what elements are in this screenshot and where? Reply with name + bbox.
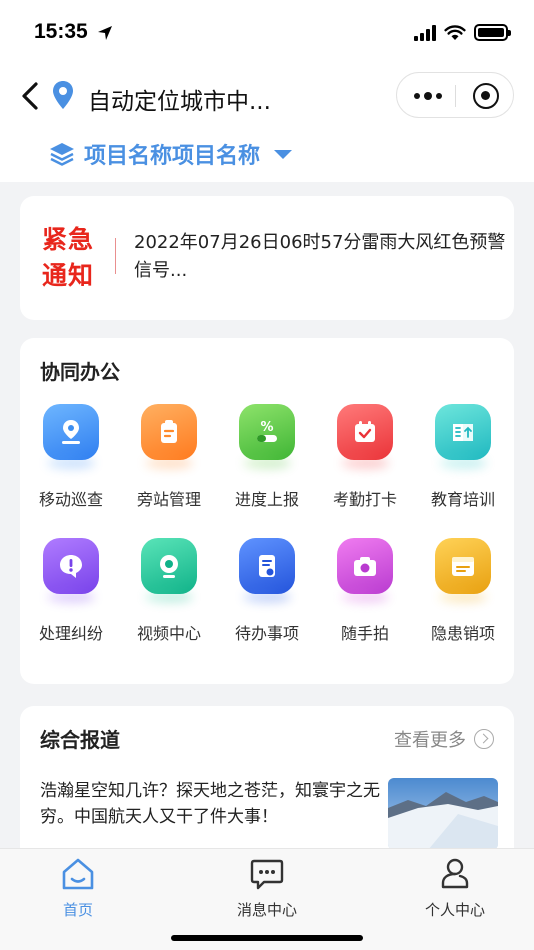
tile-label: 旁站管理 xyxy=(136,490,201,509)
tile-mobile-patrol[interactable]: 移动巡查 xyxy=(22,404,120,510)
mini-program-capsule xyxy=(396,72,514,118)
tab-label: 首页 xyxy=(62,901,93,919)
wifi-icon xyxy=(444,24,466,40)
tile-site-supervision[interactable]: 旁站管理 xyxy=(120,404,218,510)
badge-line-1: 紧急 xyxy=(42,225,95,254)
status-indicators xyxy=(414,24,511,41)
news-headline[interactable]: 浩瀚星空知几许？探天地之苍茫，知寰宇之无穷。中国航天人又干了件大事！ xyxy=(40,778,380,830)
news-card: 综合报道 查看更多 浩瀚星空知几许？探天地之苍茫，知寰宇之无穷。中国航天人又干了… xyxy=(20,706,514,866)
project-name: 项目名称项目名称 xyxy=(84,144,261,169)
location-pin-icon xyxy=(53,81,73,109)
calendar-check-icon xyxy=(337,404,393,460)
office-title: 协同办公 xyxy=(40,360,120,384)
chevron-right-icon xyxy=(474,729,494,749)
alert-chat-icon xyxy=(43,538,99,594)
home-icon xyxy=(62,858,94,890)
percent-progress-icon: % xyxy=(239,404,295,460)
tile-label: 视频中心 xyxy=(136,624,201,643)
news-thumbnail[interactable] xyxy=(388,778,498,850)
notice-text: 2022年07月26日06时57分雷雨大风红色预警信号... xyxy=(134,232,506,281)
user-icon xyxy=(441,858,469,889)
view-more-link[interactable]: 查看更多 xyxy=(394,726,494,752)
tile-dispute[interactable]: 处理纠纷 xyxy=(22,538,120,644)
tab-profile[interactable]: 个人中心 xyxy=(400,857,510,920)
signal-icon xyxy=(414,24,436,41)
tab-label: 个人中心 xyxy=(424,901,485,919)
tile-progress-report[interactable]: % 进度上报 xyxy=(218,404,316,510)
emergency-badge: 紧急 通知 xyxy=(42,222,98,294)
dropdown-caret-icon xyxy=(274,149,293,159)
clipboard-icon xyxy=(141,404,197,460)
office-card: 协同办公 移动巡查 旁站管理 % 进度上报 考勤打卡 教育培训 处理纠纷 视频中… xyxy=(20,338,514,684)
status-bar: 15:35 xyxy=(0,0,534,66)
tile-label: 进度上报 xyxy=(234,490,299,509)
notice-divider xyxy=(115,238,116,274)
tab-messages[interactable]: 消息中心 xyxy=(212,857,322,920)
document-icon xyxy=(239,538,295,594)
tab-label: 消息中心 xyxy=(236,901,297,919)
tab-home[interactable]: 首页 xyxy=(23,857,133,920)
tile-label: 教育培训 xyxy=(430,490,495,509)
tile-label: 考勤打卡 xyxy=(332,490,397,509)
tile-education[interactable]: 教育培训 xyxy=(414,404,512,510)
tile-label: 随手拍 xyxy=(340,624,389,643)
location-arrow-icon xyxy=(98,26,112,40)
more-icon[interactable] xyxy=(414,92,442,100)
book-icon xyxy=(435,404,491,460)
tile-todo[interactable]: 待办事项 xyxy=(218,538,316,644)
tile-label: 隐患销项 xyxy=(430,624,495,643)
view-more-label: 查看更多 xyxy=(394,730,466,751)
back-icon[interactable] xyxy=(18,80,44,112)
tile-label: 移动巡查 xyxy=(38,490,103,509)
svg-text:%: % xyxy=(260,420,273,435)
status-time: 15:35 xyxy=(34,20,88,43)
battery-icon xyxy=(474,24,511,41)
tile-hazard-closeout[interactable]: 隐患销项 xyxy=(414,538,512,644)
city-title[interactable]: 自动定位城市中... xyxy=(88,82,271,116)
tile-snapshot[interactable]: 随手拍 xyxy=(316,538,414,644)
emergency-notice-card[interactable]: 紧急 通知 2022年07月26日06时57分雷雨大风红色预警信号... xyxy=(20,196,514,320)
tile-attendance[interactable]: 考勤打卡 xyxy=(316,404,414,510)
location-icon xyxy=(43,404,99,460)
capsule-divider xyxy=(455,85,456,107)
tile-label: 处理纠纷 xyxy=(38,624,103,643)
photo-camera-icon xyxy=(337,538,393,594)
tile-video-center[interactable]: 视频中心 xyxy=(120,538,218,644)
message-icon xyxy=(250,859,284,890)
layers-icon xyxy=(50,143,74,166)
camera-icon xyxy=(141,538,197,594)
home-indicator xyxy=(171,935,363,941)
badge-line-2: 通知 xyxy=(42,261,95,290)
browser-window-icon xyxy=(435,538,491,594)
header: 自动定位城市中... 项目名称项目名称 xyxy=(0,66,534,182)
tile-label: 待办事项 xyxy=(234,624,299,643)
news-title: 综合报道 xyxy=(40,728,120,752)
project-selector[interactable]: 项目名称项目名称 xyxy=(48,138,293,170)
close-target-icon[interactable] xyxy=(473,83,499,109)
